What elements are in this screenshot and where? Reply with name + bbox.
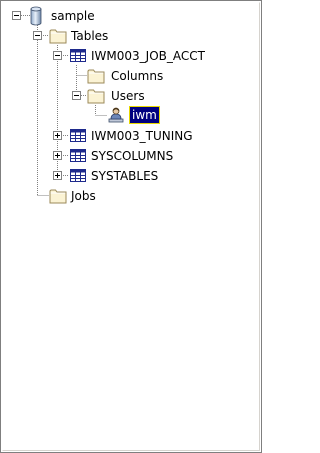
tree-label-syscolumns[interactable]: SYSCOLUMNS	[91, 148, 173, 164]
tree-label-tables[interactable]: Tables	[71, 28, 108, 44]
table-icon	[70, 129, 86, 142]
database-tree[interactable]: sample Tables IWM003_JOB_ACCT Columns Us…	[1, 1, 261, 452]
tree-label-iwm[interactable]: iwm	[129, 106, 160, 124]
expand-iwm003-tuning-toggle[interactable]	[53, 131, 62, 140]
collapse-sample-toggle[interactable]	[12, 11, 21, 20]
table-icon	[70, 149, 86, 162]
tree-label-jobs[interactable]: Jobs	[71, 188, 96, 204]
tree-label-iwm003-job-acct[interactable]: IWM003_JOB_ACCT	[91, 48, 205, 64]
collapse-tables-toggle[interactable]	[33, 31, 42, 40]
expand-syscolumns-toggle[interactable]	[53, 151, 62, 160]
tree-label-users[interactable]: Users	[111, 88, 145, 104]
database-icon	[30, 6, 42, 26]
folder-icon	[87, 89, 105, 104]
collapse-iwm003-job-acct-toggle[interactable]	[53, 51, 62, 60]
tree-label-iwm003-tuning[interactable]: IWM003_TUNING	[91, 128, 193, 144]
tree-panel: sample Tables IWM003_JOB_ACCT Columns Us…	[0, 0, 262, 453]
expand-systables-toggle[interactable]	[53, 171, 62, 180]
user-icon	[108, 107, 124, 123]
tree-label-systables[interactable]: SYSTABLES	[91, 168, 158, 184]
folder-icon	[87, 69, 105, 84]
collapse-users-toggle[interactable]	[72, 91, 81, 100]
tree-label-columns[interactable]: Columns	[111, 68, 163, 84]
folder-icon	[49, 29, 67, 44]
table-icon	[70, 49, 86, 62]
table-icon	[70, 169, 86, 182]
tree-label-sample[interactable]: sample	[51, 8, 95, 24]
folder-icon	[49, 189, 67, 204]
